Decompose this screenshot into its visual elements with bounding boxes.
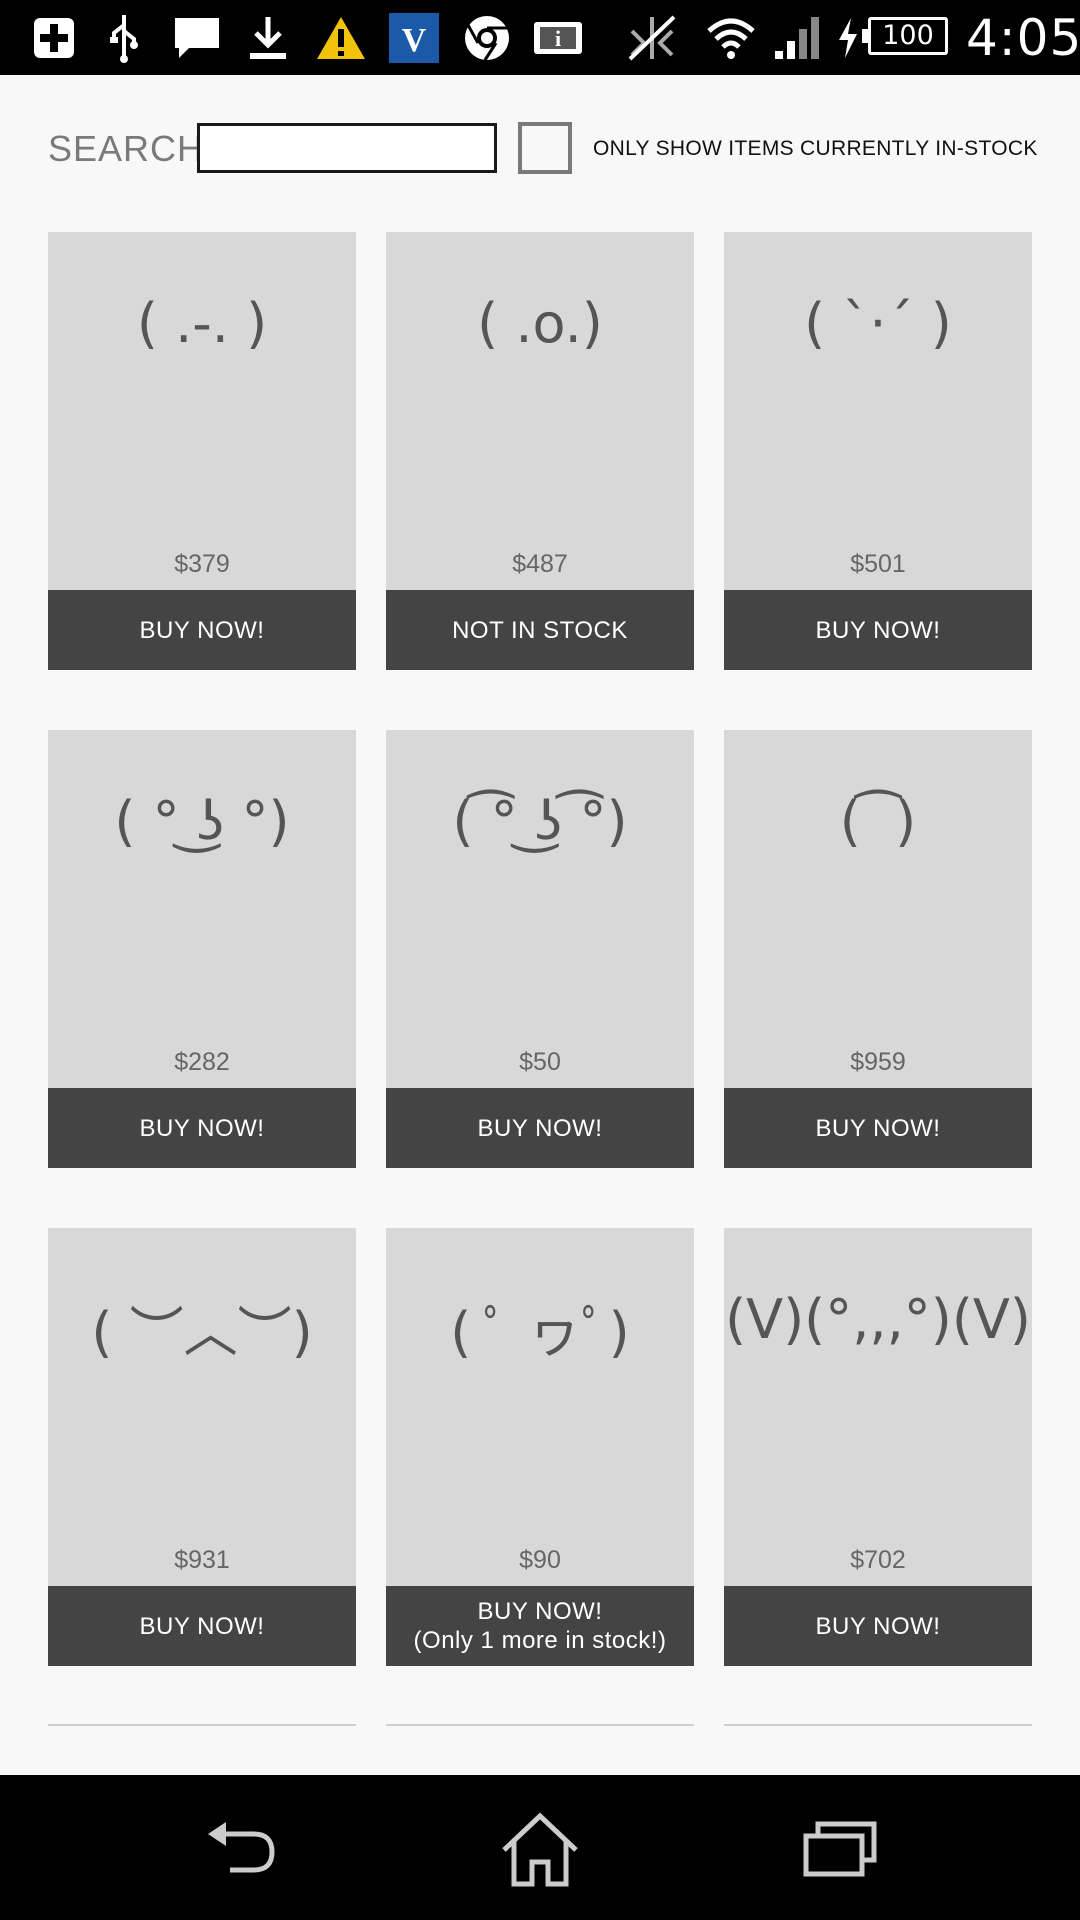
svg-text:i: i	[555, 26, 561, 51]
warning-icon	[314, 10, 368, 65]
product-price: $379	[174, 550, 230, 578]
product-card: ( `·´ ) $501 BUY NOW!	[724, 232, 1032, 670]
buy-button-label: BUY NOW!	[139, 616, 265, 644]
navigation-bar	[0, 1775, 1080, 1920]
product-face: (V)(°,,,°)(V)	[725, 1288, 1031, 1351]
buy-button[interactable]: BUY NOW! (Only 1 more in stock!)	[386, 1586, 694, 1666]
product-price: $931	[174, 1546, 230, 1574]
buy-button[interactable]: BUY NOW!	[724, 1088, 1032, 1168]
not-in-stock-button[interactable]: NOT IN STOCK	[386, 590, 694, 670]
search-label: SEARCH	[48, 128, 205, 169]
product-card: ( .-. ) $379 BUY NOW!	[48, 232, 356, 670]
wifi-icon	[706, 10, 756, 65]
recent-apps-icon[interactable]	[790, 1805, 890, 1895]
product-card: (V)(°,,,°)(V) $702 BUY NOW!	[724, 1228, 1032, 1666]
product-card: ( ͡ ) $959 BUY NOW!	[724, 730, 1032, 1168]
card-top-edge	[724, 1724, 1032, 1726]
download-icon	[244, 10, 292, 65]
buy-button-label: BUY NOW!	[139, 1612, 265, 1640]
buy-button-label: BUY NOW!	[139, 1114, 265, 1142]
message-icon	[172, 10, 222, 65]
buy-button-label: BUY NOW!	[477, 1598, 603, 1625]
buy-button[interactable]: BUY NOW!	[48, 590, 356, 670]
product-card: ( ͡° ͜ʖ ͡°) $50 BUY NOW!	[386, 730, 694, 1168]
v-app-icon: V	[388, 10, 440, 65]
product-price: $50	[519, 1048, 561, 1076]
product-face: ( ° ͜ʖ °)	[114, 790, 290, 853]
buy-button-label: BUY NOW!	[815, 616, 941, 644]
product-face: ( ︶︿︶)	[91, 1301, 313, 1364]
buy-button[interactable]: BUY NOW!	[386, 1088, 694, 1168]
product-card: ( ︶︿︶) $931 BUY NOW!	[48, 1228, 356, 1666]
product-price: $90	[519, 1546, 561, 1574]
product-card: ( ﾟ ヮﾟ) $90 BUY NOW! (Only 1 more in sto…	[386, 1228, 694, 1666]
buy-button[interactable]: BUY NOW!	[724, 590, 1032, 670]
buy-button-label: BUY NOW!	[477, 1114, 603, 1142]
product-face: ( ͡ )	[839, 790, 917, 853]
product-price: $501	[850, 550, 906, 578]
product-face: ( .-. )	[136, 292, 268, 355]
chrome-icon	[462, 10, 512, 65]
in-stock-label[interactable]: ONLY SHOW ITEMS CURRENTLY IN-STOCK	[593, 133, 1038, 165]
signal-icon	[772, 10, 822, 65]
back-icon[interactable]	[190, 1805, 290, 1895]
product-price: $702	[850, 1546, 906, 1574]
buy-button-label: NOT IN STOCK	[452, 616, 628, 644]
usb-icon	[104, 10, 144, 65]
charging-icon	[836, 10, 860, 65]
in-stock-checkbox[interactable]	[518, 122, 572, 174]
buy-button[interactable]: BUY NOW!	[48, 1088, 356, 1168]
stock-note: (Only 1 more in stock!)	[413, 1627, 667, 1654]
product-price: $959	[850, 1048, 906, 1076]
no-signal-icon	[624, 10, 680, 65]
product-card: ( .o.) $487 NOT IN STOCK	[386, 232, 694, 670]
buy-button[interactable]: BUY NOW!	[48, 1586, 356, 1666]
product-face: ( ﾟ ヮﾟ)	[450, 1301, 630, 1364]
svg-text:V: V	[402, 22, 427, 59]
info-icon: i	[532, 10, 584, 65]
product-face: ( .o.)	[477, 292, 603, 355]
card-top-edge	[386, 1724, 694, 1726]
product-card: ( ° ͜ʖ °) $282 BUY NOW!	[48, 730, 356, 1168]
card-top-edge	[48, 1724, 356, 1726]
buy-button[interactable]: BUY NOW!	[724, 1586, 1032, 1666]
search-input[interactable]	[197, 123, 497, 173]
buy-button-label: BUY NOW!	[815, 1612, 941, 1640]
product-face: ( `·´ )	[804, 292, 952, 355]
shop-page: SEARCH ONLY SHOW ITEMS CURRENTLY IN-STOC…	[0, 75, 1080, 1775]
plus-icon	[32, 10, 76, 65]
clock: 4:05	[966, 9, 1080, 67]
product-face: ( ͡° ͜ʖ ͡°)	[452, 790, 628, 853]
buy-button-label: BUY NOW!	[815, 1114, 941, 1142]
product-price: $487	[512, 550, 568, 578]
battery-level: 100	[862, 17, 948, 55]
product-price: $282	[174, 1048, 230, 1076]
home-icon[interactable]	[490, 1805, 590, 1895]
status-bar: V i 100 4:05	[0, 0, 1080, 75]
